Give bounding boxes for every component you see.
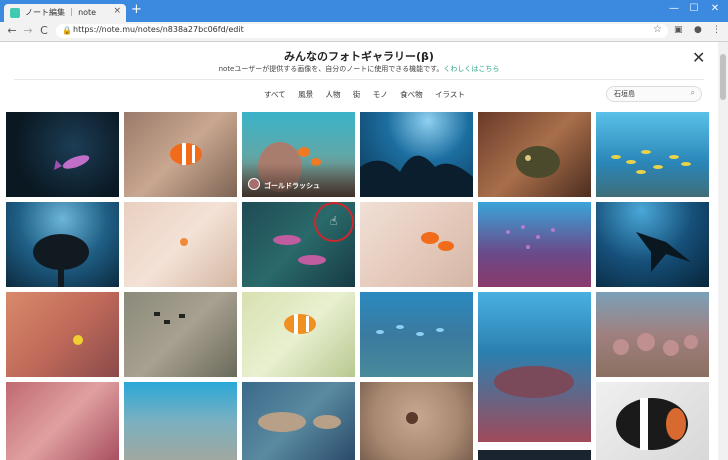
browser-tab[interactable]: ノート編集 ｜ note × (4, 4, 126, 22)
photo-thumbnail[interactable] (360, 202, 473, 287)
cuttlefish-photo (258, 412, 341, 432)
back-button[interactable]: ← (5, 24, 19, 37)
bookmark-star-icon[interactable]: ☆ (653, 24, 662, 35)
photo-thumbnail[interactable] (478, 292, 591, 442)
photo-thumbnail[interactable] (360, 112, 473, 197)
reload-button[interactable]: C (37, 24, 51, 37)
clownfish-photo (170, 143, 202, 165)
category-tabs: すべて 風景 人物 街 モノ 食べ物 イラスト (264, 89, 475, 100)
photo-thumbnail[interactable] (478, 450, 591, 460)
sea-anemones-photo (613, 333, 698, 356)
tab-close-icon[interactable]: × (113, 6, 121, 16)
photo-thumbnail[interactable] (360, 292, 473, 377)
photo-thumbnail[interactable] (596, 112, 709, 197)
photo-thumbnail[interactable] (124, 202, 237, 287)
browser-titlebar: ノート編集 ｜ note × + — ☐ ✕ (0, 0, 728, 22)
category-all[interactable]: すべて (264, 90, 286, 99)
photo-thumbnail[interactable] (6, 292, 119, 377)
photo-thumbnail[interactable] (124, 112, 237, 197)
photo-thumbnail[interactable] (6, 382, 119, 460)
photo-thumbnail[interactable] (596, 292, 709, 377)
close-gallery-icon[interactable]: ✕ (692, 48, 705, 67)
gallery-search-input[interactable]: 石垣島 ⌕ (606, 86, 702, 102)
table-coral-photo (494, 366, 574, 398)
search-icon[interactable]: ⌕ (691, 88, 695, 98)
clownfish-anemone-photo (421, 232, 454, 251)
category-food[interactable]: 食べ物 (400, 90, 423, 99)
photo-thumbnail[interactable] (478, 112, 591, 197)
clownfish-closeup-photo (284, 314, 316, 334)
scrollbar-thumb[interactable] (720, 54, 726, 100)
gallery-subtitle: noteユーザーが提供する画像を、自分のノートに使用できる機能です。くわしくはこ… (0, 64, 718, 74)
minimize-button[interactable]: — (664, 3, 684, 14)
manta-ray-photo (636, 232, 691, 272)
photo-thumbnail[interactable] (124, 292, 237, 377)
new-tab-button[interactable]: + (131, 3, 142, 17)
menu-icon[interactable]: ⋮ (712, 25, 721, 35)
fan-coral-photo (33, 234, 89, 287)
photo-thumbnail-hovered[interactable]: ゴールドラッシュ (242, 112, 355, 197)
window-close-button[interactable]: ✕ (705, 3, 725, 14)
branch-coral-photo (73, 335, 83, 345)
photo-gallery-modal: みんなのフォトギャラリー(β) noteユーザーが提供する画像を、自分のノートに… (0, 42, 718, 460)
url-text: https://note.mu/notes/n838a27bc06fd/edit (73, 25, 244, 34)
photo-thumbnail[interactable] (6, 112, 119, 197)
category-illustration[interactable]: イラスト (435, 90, 465, 99)
striped-fish-photo (154, 312, 185, 324)
lock-icon: 🔒 (62, 26, 72, 35)
address-bar[interactable]: 🔒 https://note.mu/notes/n838a27bc06fd/ed… (56, 24, 668, 38)
photo-thumbnail[interactable] (478, 202, 591, 287)
divider (14, 79, 704, 80)
forward-button[interactable]: → (21, 24, 35, 37)
extension-icon[interactable]: ▣ (674, 25, 683, 35)
maximize-button[interactable]: ☐ (684, 3, 704, 14)
pink-anemone-photo (180, 238, 188, 246)
purple-fish-photo (54, 155, 90, 170)
fish-school-photo (611, 150, 691, 174)
coral-closeup-photo (406, 412, 418, 424)
browser-toolbar: ← → C 🔒 https://note.mu/notes/n838a27bc0… (0, 22, 728, 42)
photo-thumbnail[interactable] (360, 382, 473, 460)
photo-thumbnail[interactable] (124, 382, 237, 460)
anemonefish-closeup-photo (616, 398, 688, 450)
note-favicon-icon (10, 8, 20, 18)
avatar (248, 178, 260, 190)
reef-silhouette-photo (360, 155, 473, 197)
photo-grid: ゴールドラッシュ (6, 112, 712, 460)
photo-thumbnail[interactable] (242, 382, 355, 460)
profile-icon[interactable]: ● (694, 25, 702, 35)
search-value: 石垣島 (614, 90, 635, 98)
category-landscape[interactable]: 風景 (298, 90, 313, 99)
hand-cursor-icon: ☝ (330, 214, 338, 228)
gallery-title: みんなのフォトギャラリー(β) (284, 50, 434, 63)
reef-fish-school-photo (376, 325, 444, 336)
tab-title: ノート編集 ｜ note (25, 8, 97, 17)
moray-eel-photo (516, 146, 560, 178)
category-people[interactable]: 人物 (325, 90, 340, 99)
coral-reef-fish-photo (506, 225, 555, 249)
photo-thumbnail[interactable] (596, 382, 709, 460)
details-link[interactable]: くわしくはこちら (443, 65, 499, 73)
category-things[interactable]: モノ (373, 90, 388, 99)
category-city[interactable]: 街 (353, 90, 361, 99)
photo-thumbnail[interactable] (6, 202, 119, 287)
scrollbar[interactable] (718, 42, 728, 460)
subtitle-text: noteユーザーが提供する画像を、自分のノートに使用できる機能です。 (218, 65, 444, 73)
photo-thumbnail[interactable] (596, 202, 709, 287)
photo-thumbnail[interactable] (242, 292, 355, 377)
photo-author-name[interactable]: ゴールドラッシュ (264, 181, 320, 191)
